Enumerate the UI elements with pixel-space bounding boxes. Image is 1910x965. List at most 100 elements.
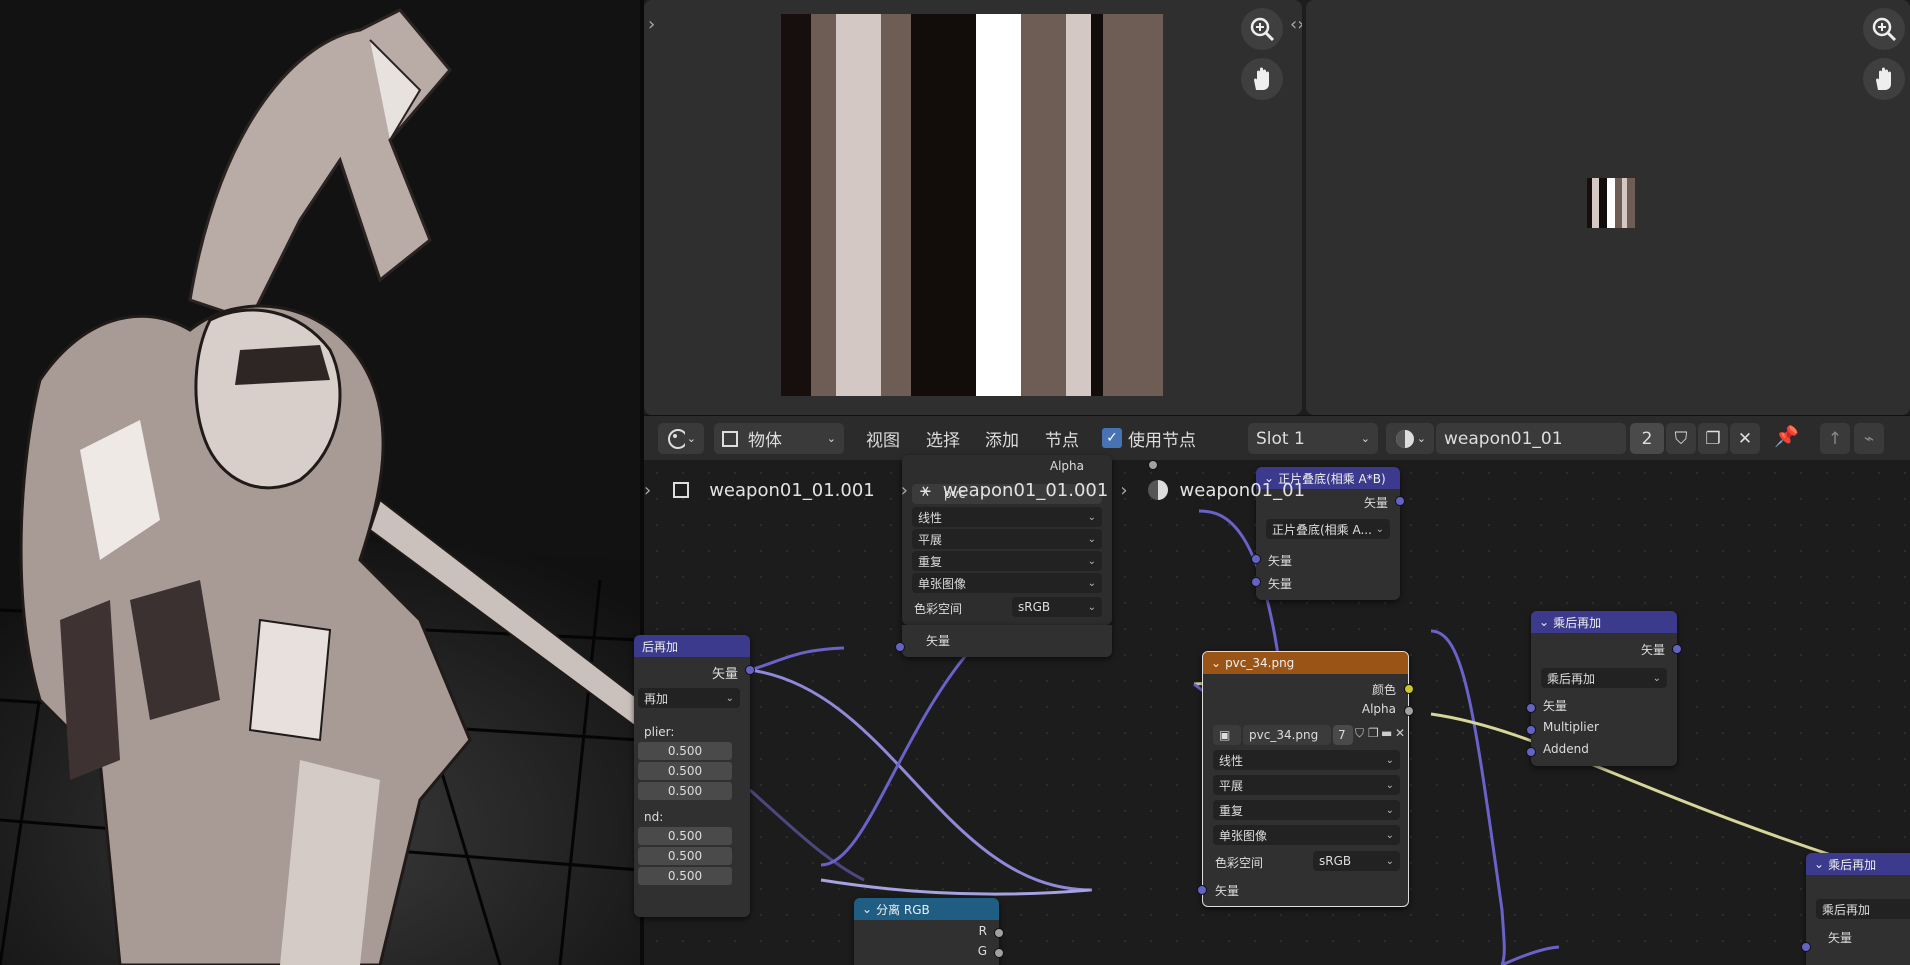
socket-alpha-output[interactable] bbox=[1404, 706, 1414, 716]
extension-dropdown[interactable]: 重复 ⌄ bbox=[912, 551, 1102, 571]
colorspace-dropdown[interactable]: sRGB ⌄ bbox=[1313, 851, 1400, 871]
image-browse-button[interactable]: ▣ bbox=[1213, 725, 1241, 745]
projection-label: 平展 bbox=[1219, 778, 1244, 793]
chevron-down-icon: ⌄ bbox=[1360, 432, 1370, 445]
breadcrumb-mesh[interactable]: weapon01_01.001 bbox=[943, 480, 1109, 501]
node-multiply-add-1[interactable]: ⌄ 乘后再加 矢量 乘后再加 ⌄ 矢量 Multiplier Addend bbox=[1531, 611, 1677, 766]
addend-z-field[interactable]: 0.500 bbox=[638, 867, 732, 885]
collapse-chevron-icon[interactable]: ⌄ bbox=[1211, 656, 1221, 670]
snap-icon[interactable]: ⌁ bbox=[1854, 423, 1884, 454]
pin-icon[interactable]: 📌 bbox=[1774, 424, 1799, 448]
color-output-label: 颜色 bbox=[1371, 683, 1396, 697]
breadcrumb-material[interactable]: weapon01_01 bbox=[1180, 480, 1305, 501]
pan-hand-icon[interactable] bbox=[1863, 58, 1905, 100]
chevron-down-icon: ⌄ bbox=[826, 432, 836, 445]
material-sphere-icon bbox=[1396, 429, 1414, 448]
use-nodes-checkbox[interactable]: ✓ bbox=[1102, 428, 1122, 448]
image-editor-main[interactable]: › ‹› bbox=[644, 0, 1302, 415]
projection-dropdown[interactable]: 平展 ⌄ bbox=[912, 529, 1102, 549]
node-title: 分离 RGB bbox=[876, 902, 930, 917]
source-dropdown[interactable]: 单张图像 ⌄ bbox=[912, 573, 1102, 593]
addend-x-field[interactable]: 0.500 bbox=[638, 827, 732, 845]
socket-input-b[interactable] bbox=[1251, 577, 1261, 587]
zoom-in-icon[interactable] bbox=[1863, 8, 1905, 50]
multiplier-y-field[interactable]: 0.500 bbox=[638, 762, 732, 780]
object-mode-label: 物体 bbox=[748, 431, 782, 451]
parent-tree-icon[interactable]: ↑ bbox=[1820, 423, 1850, 454]
menu-select[interactable]: 选择 bbox=[926, 426, 960, 451]
colorspace-dropdown[interactable]: sRGB ⌄ bbox=[1012, 597, 1102, 617]
object-icon bbox=[673, 482, 690, 498]
socket-addend-input[interactable] bbox=[1526, 747, 1536, 757]
unlink-close-icon[interactable]: ✕ bbox=[1395, 726, 1405, 740]
socket-r-output[interactable] bbox=[994, 928, 1004, 938]
slot-dropdown[interactable]: Slot 1 ⌄ bbox=[1248, 423, 1378, 454]
duplicate-icon[interactable]: ❐ bbox=[1698, 423, 1728, 454]
socket-alpha-output[interactable] bbox=[1148, 460, 1158, 470]
socket-output-vector[interactable] bbox=[1395, 496, 1405, 506]
socket-vector-input[interactable] bbox=[1801, 942, 1811, 952]
expand-chevron-icon[interactable]: › bbox=[648, 14, 655, 35]
node-editor-header: ⌄ 物体 ⌄ 视图 选择 添加 节点 ✓ 使用节点 Slot 1 ⌄ ⌄ wea… bbox=[644, 415, 1910, 460]
unlink-close-icon[interactable]: ✕ bbox=[1730, 423, 1760, 454]
multiplier-x-field[interactable]: 0.500 bbox=[638, 742, 732, 760]
node-separate-rgb[interactable]: ⌄ 分离 RGB R G bbox=[854, 898, 999, 965]
stripe-texture-preview bbox=[781, 14, 1163, 396]
pan-hand-icon[interactable] bbox=[1241, 58, 1283, 100]
interpolation-dropdown[interactable]: 线性 ⌄ bbox=[1213, 750, 1400, 770]
socket-multiplier-input[interactable] bbox=[1526, 725, 1536, 735]
socket-g-output[interactable] bbox=[994, 948, 1004, 958]
vector-input-label: 矢量 bbox=[1543, 699, 1568, 713]
collapse-chevron-icon[interactable]: ⌄ bbox=[1539, 615, 1549, 629]
node-multiply-add-partial[interactable]: 后再加 矢量 再加 ⌄ plier: 0.500 0.500 0.500 nd: … bbox=[634, 635, 750, 917]
fake-user-shield-icon[interactable]: ⛉ bbox=[1355, 726, 1364, 741]
multiplier-z-field[interactable]: 0.500 bbox=[638, 782, 732, 800]
collapse-chevron-icon[interactable]: ⌄ bbox=[862, 902, 872, 916]
source-dropdown[interactable]: 单张图像 ⌄ bbox=[1213, 825, 1400, 845]
socket-vector-input[interactable] bbox=[1526, 703, 1536, 713]
material-browse-button[interactable]: ⌄ bbox=[1386, 423, 1434, 454]
collapse-chevron-icon[interactable]: ‹› bbox=[1290, 14, 1302, 35]
extension-label: 重复 bbox=[1219, 803, 1244, 818]
image-user-count[interactable]: 7 bbox=[1333, 725, 1353, 745]
user-count-badge[interactable]: 2 bbox=[1630, 423, 1664, 454]
fake-user-shield-icon[interactable]: ⛉ bbox=[1666, 423, 1696, 454]
extension-dropdown[interactable]: 重复 ⌄ bbox=[1213, 800, 1400, 820]
operation-dropdown[interactable]: 再加 ⌄ bbox=[638, 688, 740, 708]
socket-output-vector[interactable] bbox=[745, 665, 755, 675]
addend-y-field[interactable]: 0.500 bbox=[638, 847, 732, 865]
collapse-chevron-icon[interactable]: ⌄ bbox=[1814, 857, 1824, 871]
colorspace-value: sRGB bbox=[1319, 854, 1352, 868]
menu-add[interactable]: 添加 bbox=[985, 426, 1019, 451]
operation-dropdown[interactable]: 正片叠底(相乘 A... ⌄ bbox=[1266, 519, 1390, 539]
source-label: 单张图像 bbox=[918, 576, 967, 591]
operation-dropdown[interactable]: 乘后再加 ⌄ bbox=[1541, 668, 1667, 688]
breadcrumb-object[interactable]: weapon01_01.001 bbox=[709, 480, 875, 501]
object-mode-dropdown[interactable]: 物体 ⌄ bbox=[714, 423, 844, 454]
zoom-in-icon[interactable] bbox=[1241, 8, 1283, 50]
node-multiply-add-2[interactable]: ⌄ 乘后再加 乘后再加 矢量 bbox=[1806, 853, 1910, 965]
material-name-field[interactable]: weapon01_01 bbox=[1436, 423, 1626, 454]
menu-view[interactable]: 视图 bbox=[866, 426, 900, 451]
duplicate-icon[interactable]: ❐ bbox=[1368, 726, 1379, 740]
operation-dropdown[interactable]: 乘后再加 bbox=[1816, 899, 1910, 919]
stripe-texture-thumbnail bbox=[1587, 178, 1635, 228]
socket-output-vector[interactable] bbox=[1672, 644, 1682, 654]
projection-dropdown[interactable]: 平展 ⌄ bbox=[1213, 775, 1400, 795]
socket-vector-input[interactable] bbox=[1197, 885, 1207, 895]
interpolation-dropdown[interactable]: 线性 ⌄ bbox=[912, 507, 1102, 527]
menu-node[interactable]: 节点 bbox=[1045, 426, 1079, 451]
node-image-texture-pvc34[interactable]: ⌄ pvc_34.png 颜色 Alpha ▣ pvc_34.png 7 ⛉ ❐ … bbox=[1202, 651, 1409, 907]
node-image-texture-1-inputs: 矢量 bbox=[902, 625, 1112, 657]
node-editor-canvas[interactable]: 后再加 矢量 再加 ⌄ plier: 0.500 0.500 0.500 nd: … bbox=[634, 455, 1910, 965]
slot-label: Slot 1 bbox=[1256, 428, 1305, 449]
open-folder-icon[interactable]: ▬ bbox=[1381, 726, 1392, 740]
socket-vector-input[interactable] bbox=[895, 642, 905, 652]
socket-color-output[interactable] bbox=[1404, 684, 1414, 694]
image-editor-secondary[interactable] bbox=[1306, 0, 1910, 415]
editor-type-dropdown[interactable]: ⌄ bbox=[658, 423, 704, 454]
image-name-field[interactable]: pvc_34.png bbox=[1243, 725, 1331, 745]
operation-label: 正片叠底(相乘 A... bbox=[1272, 522, 1372, 537]
socket-input-a[interactable] bbox=[1251, 554, 1261, 564]
3d-viewport[interactable] bbox=[0, 0, 640, 965]
